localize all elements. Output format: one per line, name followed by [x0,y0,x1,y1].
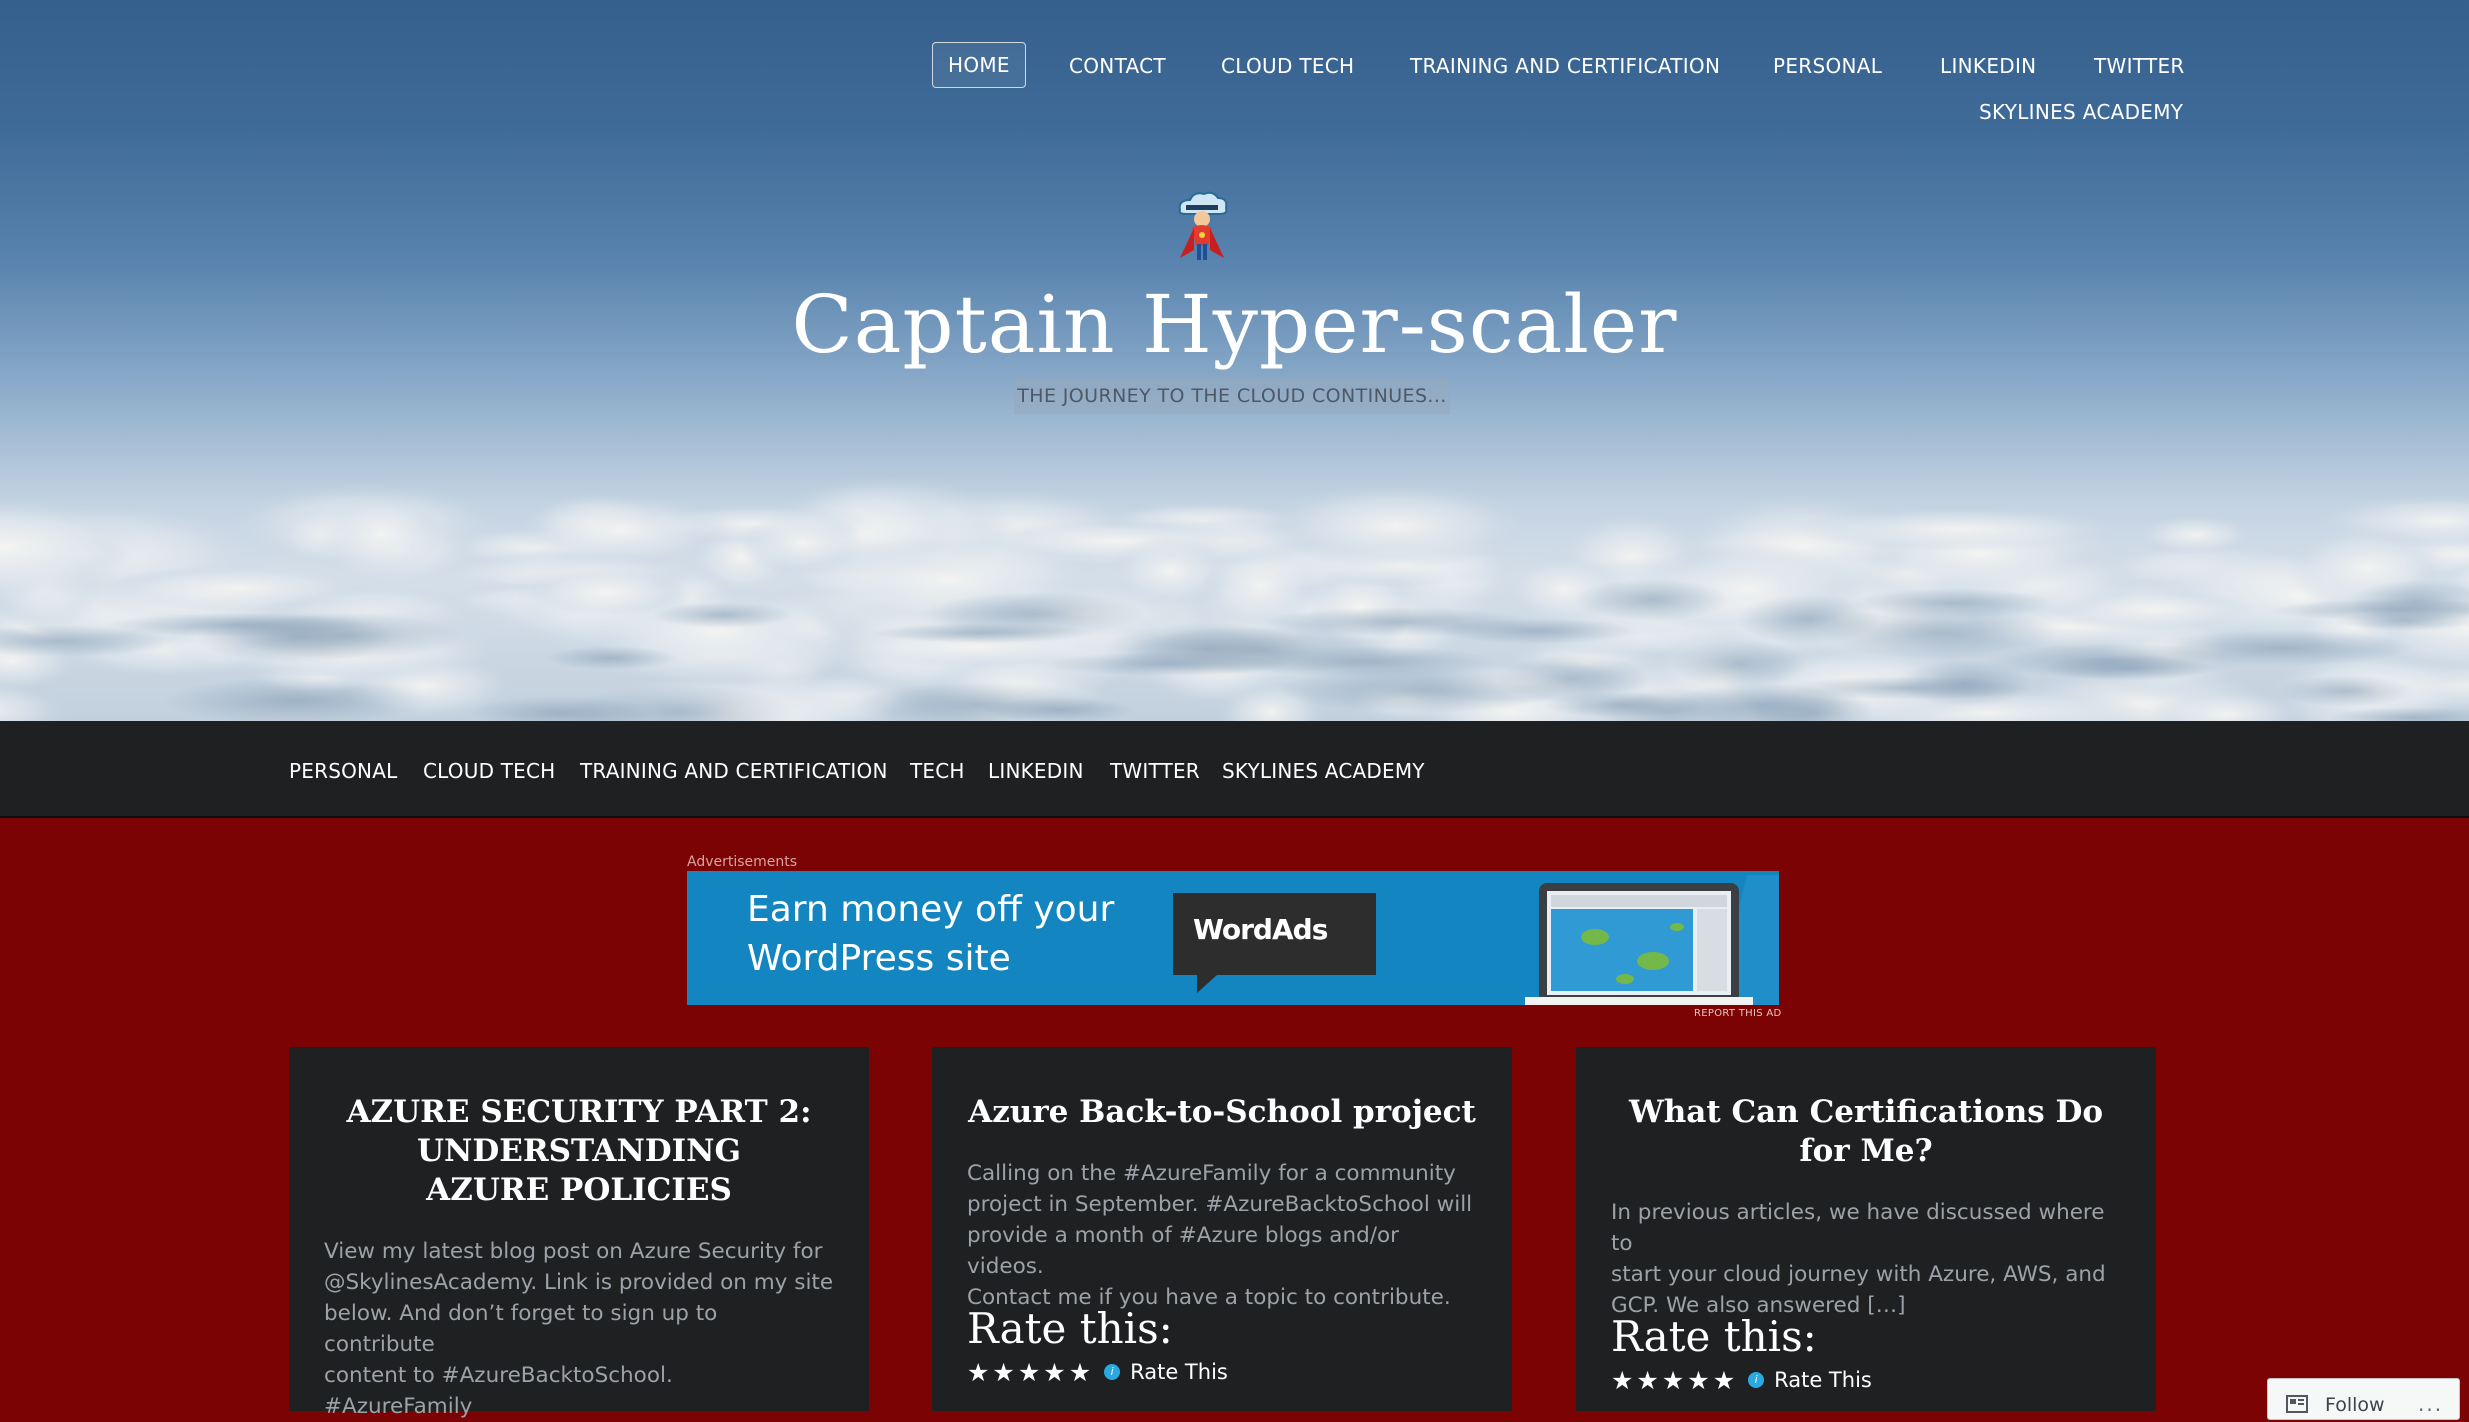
ad-headline-line-2: WordPress site [747,938,1011,979]
star-rating[interactable]: ★ ★ ★ ★ ★ i Rate This [967,1357,1228,1387]
wordads-brand: WordAds [1193,913,1328,946]
report-ad-link[interactable]: REPORT THIS AD [1694,1008,1782,1019]
post-excerpt: In previous articles, we have discussed … [1611,1197,2121,1321]
nav-twitter[interactable]: TWITTER [2094,54,2185,78]
menu-skylines-academy[interactable]: SKYLINES ACADEMY [1222,759,1425,783]
nav-home[interactable]: HOME [932,42,1026,88]
star-icon[interactable]: ★ [1662,1368,1684,1393]
follow-button[interactable]: Follow [2325,1394,2385,1416]
post-title-line: AZURE POLICIES [426,1172,732,1208]
header-hero: HOME CONTACT CLOUD TECH TRAINING AND CER… [0,0,2469,721]
post-card-azure-security: AZURE SECURITY PART 2: UNDERSTANDING AZU… [289,1047,869,1419]
advertisements-label: Advertisements [687,854,798,870]
star-icon[interactable]: ★ [1069,1360,1091,1385]
more-options-icon[interactable]: ... [2418,1392,2443,1416]
ad-headline-line-1: Earn money off your [747,889,1115,930]
menu-twitter[interactable]: TWITTER [1110,759,1200,783]
site-title[interactable]: Captain Hyper-scaler [0,278,2469,371]
excerpt-line: @SkylinesAcademy. Link is provided on my… [324,1270,834,1295]
star-icon[interactable]: ★ [1043,1360,1065,1385]
post-title-line: UNDERSTANDING [417,1133,741,1169]
nav-cloud-tech[interactable]: CLOUD TECH [1221,54,1354,78]
superhero-cloud-logo[interactable] [1172,188,1232,268]
post-title[interactable]: What Can Certifications Do for Me? [1601,1093,2131,1171]
info-icon[interactable]: i [1748,1372,1765,1388]
post-title-line: What Can Certifications Do [1628,1094,2104,1130]
post-excerpt: Calling on the #AzureFamily for a commun… [967,1158,1477,1313]
star-rating[interactable]: ★ ★ ★ ★ ★ i Rate This [1611,1365,1872,1395]
rate-heading: Rate this: [967,1304,1173,1353]
post-title[interactable]: Azure Back-to-School project [957,1093,1487,1132]
post-card-certifications: What Can Certifications Do for Me? In pr… [1576,1047,2156,1411]
ad-headline: Earn money off your WordPress site [747,885,1187,983]
excerpt-line: project in September. #AzureBacktoSchool… [967,1192,1473,1217]
rate-this-label: Rate This [1130,1360,1228,1384]
star-icon[interactable]: ★ [1018,1360,1040,1385]
menu-personal[interactable]: PERSONAL [289,759,397,783]
follow-widget[interactable]: Follow ... [2267,1378,2460,1420]
post-title-line: AZURE SECURITY PART 2: [346,1094,812,1130]
post-title[interactable]: AZURE SECURITY PART 2: UNDERSTANDING AZU… [314,1093,844,1210]
menu-tech[interactable]: TECH [910,759,965,783]
excerpt-line: start your cloud journey with Azure, AWS… [1611,1262,2106,1287]
wordads-banner[interactable]: Earn money off your WordPress site WordA… [687,871,1779,1005]
nav-linkedin[interactable]: LINKEDIN [1940,54,2036,78]
star-icon[interactable]: ★ [1713,1368,1735,1393]
info-icon[interactable]: i [1104,1364,1121,1380]
primary-nav: HOME CONTACT CLOUD TECH TRAINING AND CER… [932,42,2185,142]
rate-this-label: Rate This [1774,1368,1872,1392]
menu-training-certification[interactable]: TRAINING AND CERTIFICATION [580,759,888,783]
post-title-line: for Me? [1799,1133,1933,1169]
excerpt-line: View my latest blog post on Azure Securi… [324,1239,823,1264]
nav-contact[interactable]: CONTACT [1069,54,1166,78]
star-icon[interactable]: ★ [1611,1368,1633,1393]
laptop-illustration [1525,875,1779,1005]
menu-linkedin[interactable]: LINKEDIN [988,759,1084,783]
star-icon[interactable]: ★ [1687,1368,1709,1393]
excerpt-line: Calling on the #AzureFamily for a commun… [967,1161,1456,1186]
reader-icon [2286,1395,2308,1413]
nav-skylines-academy[interactable]: SKYLINES ACADEMY [1979,100,2183,124]
post-excerpt: View my latest blog post on Azure Securi… [324,1236,834,1422]
excerpt-line: #AzureFamily [324,1394,473,1419]
excerpt-line: content to #AzureBacktoSchool. [324,1363,673,1388]
secondary-nav: PERSONAL CLOUD TECH TRAINING AND CERTIFI… [0,721,2469,818]
wordads-badge: WordAds [1173,893,1376,975]
star-icon[interactable]: ★ [967,1360,989,1385]
excerpt-line: provide a month of #Azure blogs and/or v… [967,1223,1399,1279]
rate-heading: Rate this: [1611,1312,1817,1361]
nav-training-certification[interactable]: TRAINING AND CERTIFICATION [1410,54,1720,78]
star-icon[interactable]: ★ [1636,1368,1658,1393]
site-tagline: THE JOURNEY TO THE CLOUD CONTINUES... [1014,378,1450,414]
star-icon[interactable]: ★ [992,1360,1014,1385]
speech-bubble-tail [1197,975,1217,993]
menu-cloud-tech[interactable]: CLOUD TECH [423,759,555,783]
post-title-line: Azure Back-to-School project [968,1094,1476,1130]
excerpt-line: below. And don’t forget to sign up to co… [324,1301,718,1357]
nav-personal[interactable]: PERSONAL [1773,54,1882,78]
excerpt-line: In previous articles, we have discussed … [1611,1200,2105,1256]
post-card-back-to-school: Azure Back-to-School project Calling on … [932,1047,1512,1411]
